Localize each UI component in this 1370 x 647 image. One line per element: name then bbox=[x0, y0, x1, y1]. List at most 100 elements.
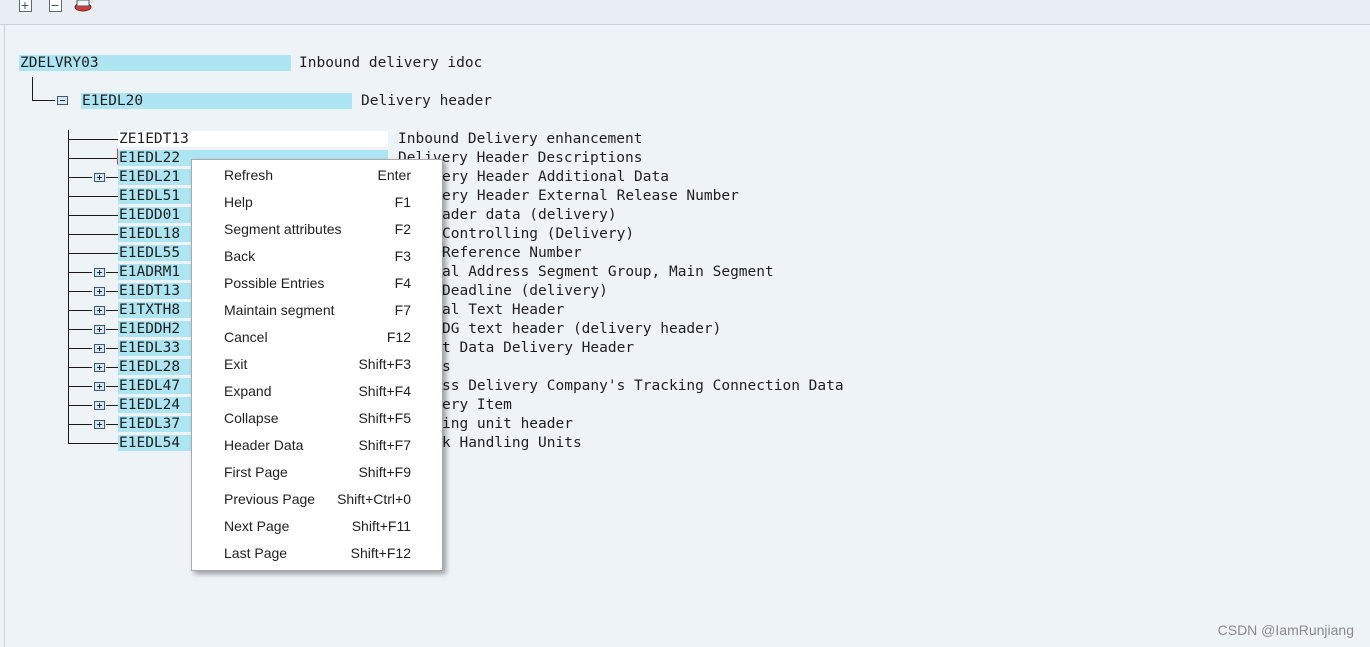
context-menu-item-shortcut: F3 bbox=[394, 248, 411, 264]
tree-node-segment-desc: Inbound Delivery enhancement bbox=[398, 131, 643, 147]
context-menu-item-label: Refresh bbox=[224, 167, 274, 183]
collapse-subtree-button[interactable]: − bbox=[46, 0, 64, 14]
tree-connector bbox=[106, 386, 118, 387]
tree-connector bbox=[68, 386, 92, 387]
tree-connector bbox=[68, 329, 92, 330]
context-menu-item-label: Cancel bbox=[224, 329, 268, 345]
expand-node-icon[interactable] bbox=[94, 325, 105, 334]
tree-connector bbox=[68, 367, 92, 368]
tree-connector bbox=[106, 329, 118, 330]
tree-node-header[interactable]: E1EDL20 bbox=[81, 93, 352, 109]
context-menu-item[interactable]: Last Page Shift+F12 bbox=[192, 540, 442, 567]
context-menu-item-label: Next Page bbox=[224, 518, 290, 534]
context-menu-item-label: Last Page bbox=[224, 545, 288, 561]
context-menu-item-shortcut: F12 bbox=[386, 329, 411, 345]
context-menu-item[interactable]: Possible Entries F4 bbox=[192, 270, 442, 297]
tree-node-segment-desc: al Text Header bbox=[442, 302, 565, 318]
tree-connector bbox=[68, 234, 118, 235]
tree-node-segment-desc: ery Header Additional Data bbox=[442, 169, 669, 185]
context-menu-item-label: Exit bbox=[224, 356, 248, 372]
tree-connector bbox=[68, 215, 118, 216]
tree-node-segment-desc: Deadline (delivery) bbox=[442, 283, 608, 299]
tree-node-segment-desc: ery Header External Release Number bbox=[442, 188, 739, 204]
context-menu-item[interactable]: Exit Shift+F3 bbox=[192, 351, 442, 378]
collapse-subtree-icon: − bbox=[48, 0, 62, 12]
toolbar: + − bbox=[0, 0, 1370, 25]
context-menu-item-label: Expand bbox=[224, 383, 272, 399]
context-menu: Refresh Enter Help F1 Segment attributes F2 Ba… bbox=[191, 159, 443, 571]
tree-node-segment-desc: k Handling Units bbox=[442, 435, 582, 451]
context-menu-item-shortcut: F2 bbox=[394, 221, 411, 237]
tree-connector bbox=[68, 291, 92, 292]
tree-node-segment[interactable]: ZE1EDT13 bbox=[118, 131, 388, 147]
expand-subtree-button[interactable]: + bbox=[16, 0, 34, 14]
tree-node-segment-desc: ss Delivery Company's Tracking Connectio… bbox=[442, 378, 844, 394]
context-menu-item[interactable]: Segment attributes F2 bbox=[192, 216, 442, 243]
tree-connector bbox=[106, 272, 118, 273]
expand-node-icon[interactable] bbox=[94, 306, 105, 315]
context-menu-item-shortcut: Shift+F7 bbox=[358, 437, 411, 453]
display-segment-icon bbox=[74, 0, 92, 12]
tree-connector bbox=[106, 367, 118, 368]
tree-connector bbox=[68, 177, 92, 178]
context-menu-item[interactable]: Header Data Shift+F7 bbox=[192, 432, 442, 459]
expand-node-icon[interactable] bbox=[94, 344, 105, 353]
tree-connector bbox=[32, 77, 33, 101]
tree-connector bbox=[106, 291, 118, 292]
tree-connector bbox=[68, 424, 92, 425]
expand-node-icon[interactable] bbox=[94, 420, 105, 429]
context-menu-item-label: Header Data bbox=[224, 437, 304, 453]
context-menu-item-label: Maintain segment bbox=[224, 302, 335, 318]
context-menu-item-shortcut: Enter bbox=[377, 167, 411, 183]
tree-node-root[interactable]: ZDELVRY03 bbox=[19, 55, 291, 71]
context-menu-item[interactable]: Collapse Shift+F5 bbox=[192, 405, 442, 432]
tree-connector bbox=[68, 158, 118, 159]
context-menu-item[interactable]: Cancel F12 bbox=[192, 324, 442, 351]
context-menu-item[interactable]: Expand Shift+F4 bbox=[192, 378, 442, 405]
expand-node-icon[interactable] bbox=[94, 268, 105, 277]
tree-node-root-desc: Inbound delivery idoc bbox=[299, 55, 483, 71]
expand-node-icon[interactable] bbox=[94, 363, 105, 372]
expand-node-icon[interactable] bbox=[94, 382, 105, 391]
context-menu-item[interactable]: Maintain segment F7 bbox=[192, 297, 442, 324]
context-menu-item[interactable]: Next Page Shift+F11 bbox=[192, 513, 442, 540]
tree-node-segment-desc: t Data Delivery Header bbox=[442, 340, 635, 356]
tree-node-header-desc: Delivery header bbox=[361, 93, 492, 109]
expand-node-icon[interactable] bbox=[94, 401, 105, 410]
tree-connector bbox=[106, 310, 118, 311]
context-menu-item-shortcut: Shift+F12 bbox=[350, 545, 411, 561]
context-menu-item[interactable]: Previous Page Shift+Ctrl+0 bbox=[192, 486, 442, 513]
expand-subtree-icon: + bbox=[18, 0, 32, 12]
context-menu-item[interactable]: Refresh Enter bbox=[192, 162, 442, 189]
context-menu-item-shortcut: F4 bbox=[394, 275, 411, 291]
watermark: CSDN @IamRunjiang bbox=[1217, 622, 1354, 638]
context-menu-item[interactable]: First Page Shift+F9 bbox=[192, 459, 442, 486]
tree-node-segment-desc: Controlling (Delivery) bbox=[442, 226, 635, 242]
tree-connector bbox=[68, 405, 92, 406]
collapse-node-icon[interactable] bbox=[57, 96, 68, 105]
expand-node-icon[interactable] bbox=[94, 173, 105, 182]
tree-connector bbox=[68, 139, 118, 140]
context-menu-item[interactable]: Help F1 bbox=[192, 189, 442, 216]
context-menu-item-shortcut: Shift+F11 bbox=[351, 518, 411, 534]
tree-connector bbox=[68, 196, 118, 197]
tree-node-segment-desc: ader data (delivery) bbox=[442, 207, 617, 223]
tree-connector bbox=[68, 348, 92, 349]
tree-connector bbox=[32, 100, 55, 101]
display-segment-button[interactable] bbox=[74, 0, 92, 14]
context-menu-item[interactable]: Back F3 bbox=[192, 243, 442, 270]
tree-connector bbox=[68, 310, 92, 311]
context-menu-item-shortcut: Shift+F4 bbox=[358, 383, 411, 399]
context-menu-item-label: Back bbox=[224, 248, 256, 264]
context-menu-item-shortcut: F7 bbox=[394, 302, 411, 318]
tree-node-segment-desc: s bbox=[442, 359, 451, 375]
context-menu-item-shortcut: Shift+F5 bbox=[358, 410, 411, 426]
expand-node-icon[interactable] bbox=[94, 287, 105, 296]
context-menu-item-label: Possible Entries bbox=[224, 275, 325, 291]
tree-connector bbox=[68, 272, 92, 273]
tree-connector bbox=[106, 348, 118, 349]
context-menu-item-shortcut: Shift+F3 bbox=[358, 356, 411, 372]
tree-connector bbox=[68, 443, 118, 444]
tree-node-segment-desc: DG text header (delivery header) bbox=[442, 321, 722, 337]
context-menu-item-shortcut: Shift+Ctrl+0 bbox=[337, 491, 411, 507]
